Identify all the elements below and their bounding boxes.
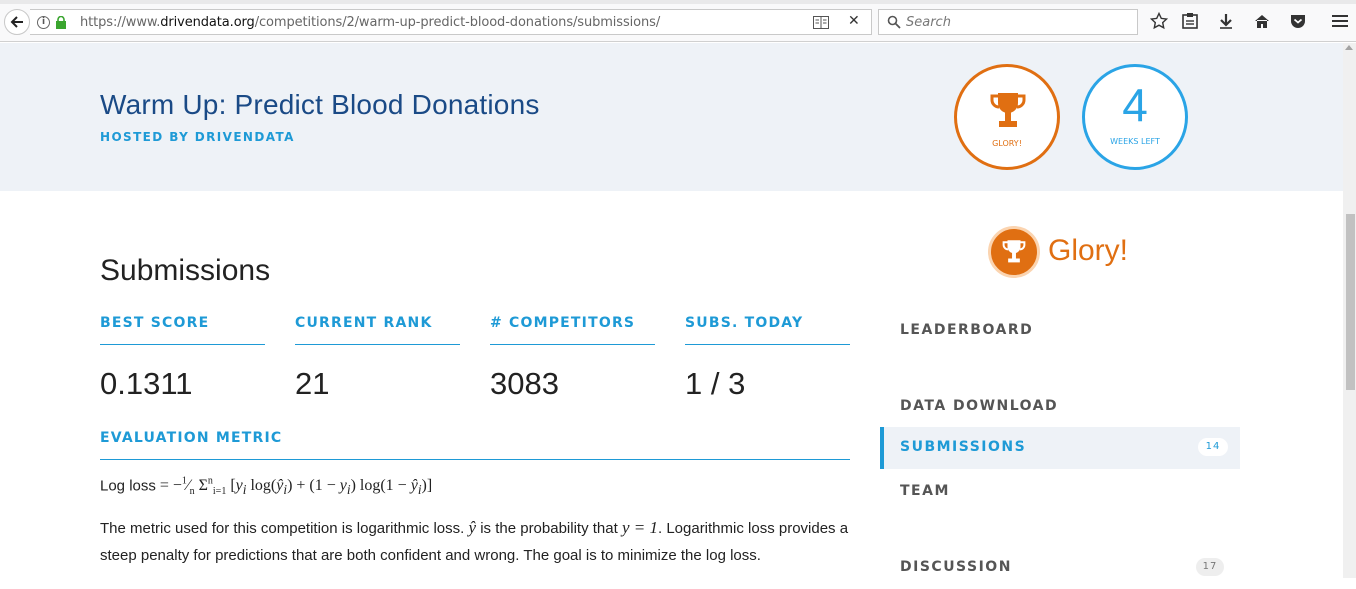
weeks-left-number: 4 — [1122, 79, 1148, 131]
prize-trophy-badge — [988, 226, 1040, 278]
menu-icon[interactable] — [1331, 12, 1349, 30]
prize-text: Glory! — [1048, 234, 1129, 267]
browser-toolbar: i https://www.drivendata.org/competition… — [0, 0, 1356, 42]
weeks-left-badge: 4 WEEKS LEFT — [1082, 64, 1188, 170]
competitors-label: # COMPETITORS — [490, 315, 636, 331]
url-prefix: https://www. — [80, 15, 161, 30]
nav-submissions[interactable]: SUBMISSIONS 14 — [880, 427, 1240, 469]
info-icon[interactable]: i — [37, 16, 50, 29]
nav-data-download[interactable]: DATA DOWNLOAD — [880, 386, 1240, 428]
bookmark-star-icon[interactable] — [1150, 12, 1168, 30]
metric-text-1: The metric used for this competition is … — [100, 520, 465, 537]
nav-team[interactable]: TEAM — [880, 471, 1240, 513]
glory-badge: GLORY! — [954, 64, 1060, 170]
back-button[interactable] — [4, 9, 30, 35]
back-arrow-icon — [10, 16, 23, 28]
url-domain: drivendata.org — [160, 15, 255, 30]
trophy-icon — [1002, 240, 1026, 263]
best-score-value: 0.1311 — [100, 366, 193, 401]
nav-team-label: TEAM — [900, 483, 950, 499]
metric-text-2: is the probability that — [480, 520, 618, 537]
submissions-count-badge: 14 — [1198, 438, 1228, 456]
competitors-divider — [490, 344, 655, 345]
trophy-icon — [990, 93, 1026, 127]
url-path: /competitions/2/warm-up-predict-blood-do… — [254, 15, 661, 30]
scroll-up-arrow-icon[interactable] — [1345, 45, 1353, 50]
scrollbar-thumb[interactable] — [1346, 214, 1355, 390]
weeks-left-label: WEEKS LEFT — [1110, 137, 1160, 146]
search-icon — [887, 15, 901, 29]
search-placeholder: Search — [906, 15, 951, 30]
home-icon[interactable] — [1253, 12, 1271, 30]
competition-title[interactable]: Warm Up: Predict Blood Donations — [100, 89, 540, 121]
download-icon[interactable] — [1217, 12, 1235, 30]
subs-today-label: SUBS. TODAY — [685, 315, 804, 331]
nav-data-download-label: DATA DOWNLOAD — [900, 398, 1059, 414]
nav-discussion[interactable]: DISCUSSION 17 — [880, 547, 1240, 589]
discussion-count-badge: 17 — [1196, 558, 1224, 576]
competitors-value: 3083 — [490, 366, 559, 401]
nav-leaderboard[interactable]: LEADERBOARD — [880, 310, 1240, 352]
search-bar[interactable]: Search — [878, 9, 1138, 35]
hosted-by[interactable]: HOSTED BY DRIVENDATA — [100, 130, 295, 144]
formula-expression: = −1⁄n Σni=1 [yi log(ŷi) + (1 − yi) log(… — [155, 476, 433, 498]
best-score-divider — [100, 344, 265, 345]
clear-icon[interactable]: ✕ — [848, 13, 860, 29]
nav-leaderboard-label: LEADERBOARD — [900, 322, 1034, 338]
log-loss-formula: Log loss = −1⁄n Σni=1 [yi log(ŷi) + (1 −… — [100, 476, 432, 499]
subs-today-divider — [685, 344, 850, 345]
metric-description: The metric used for this competition is … — [100, 514, 860, 569]
metric-yhat: ŷ — [468, 518, 477, 537]
current-rank-value: 21 — [295, 366, 330, 401]
subs-today-value: 1 / 3 — [685, 366, 746, 401]
evaluation-metric-divider — [100, 459, 850, 460]
tab-strip-edge — [0, 0, 1356, 4]
nav-discussion-label: DISCUSSION — [900, 559, 1012, 575]
url-text[interactable]: https://www.drivendata.org/competitions/… — [80, 15, 660, 30]
current-rank-label: CURRENT RANK — [295, 315, 433, 331]
reading-list-icon[interactable] — [1181, 12, 1199, 30]
metric-y-equals-1: y = 1 — [621, 518, 658, 537]
reader-view-icon[interactable] — [813, 16, 829, 29]
address-bar[interactable]: i https://www.drivendata.org/competition… — [30, 9, 872, 35]
evaluation-metric-label: EVALUATION METRIC — [100, 430, 283, 446]
pocket-icon[interactable] — [1289, 12, 1307, 30]
lock-icon[interactable] — [56, 16, 66, 29]
formula-prefix: Log loss — [100, 477, 156, 495]
glory-badge-label: GLORY! — [992, 139, 1022, 148]
page-title: Submissions — [100, 254, 271, 287]
nav-submissions-label: SUBMISSIONS — [900, 439, 1027, 455]
current-rank-divider — [295, 344, 460, 345]
best-score-label: BEST SCORE — [100, 315, 210, 331]
